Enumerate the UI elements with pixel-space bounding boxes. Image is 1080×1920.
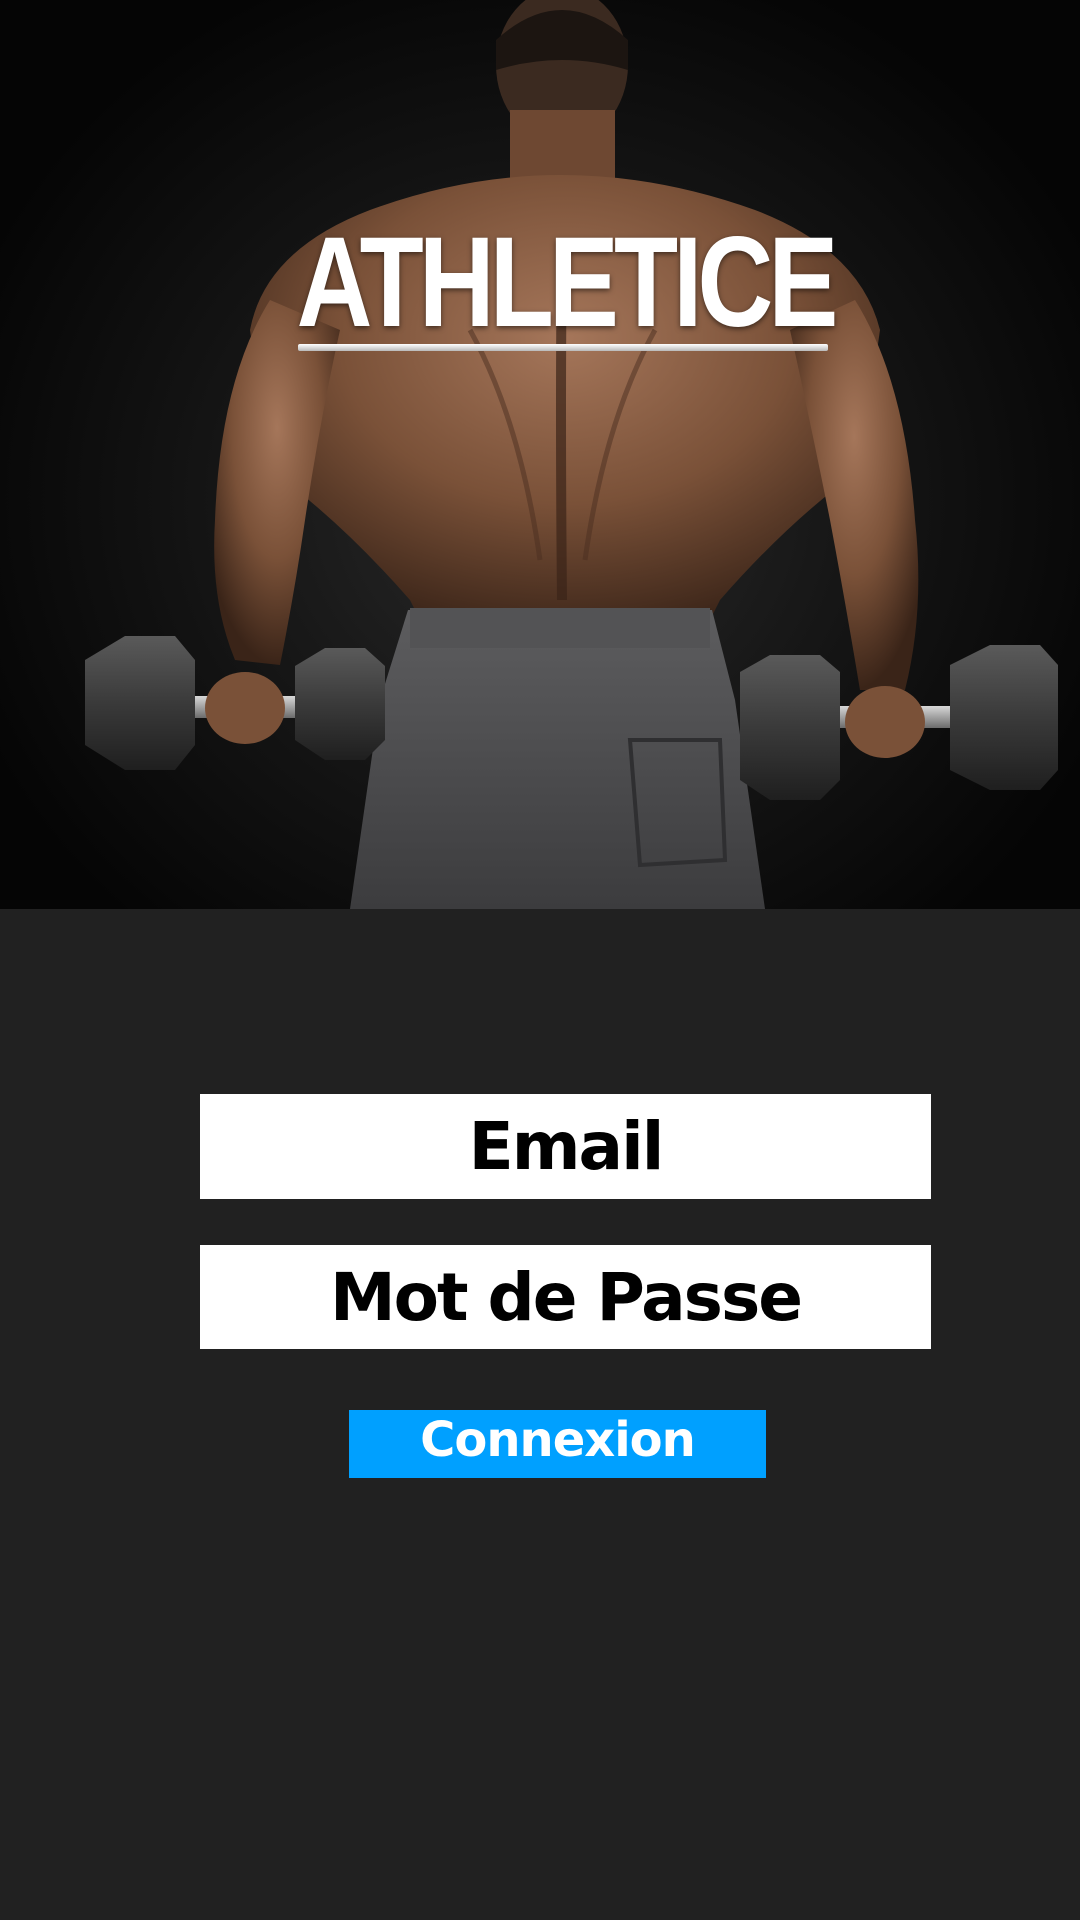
password-field[interactable]: Mot de Passe [200,1245,931,1349]
app-title: ATHLETICE [296,211,839,354]
login-button[interactable]: Connexion [349,1410,766,1478]
login-screen: ATHLETICE Email Mot de Passe Connexion [0,0,1080,1920]
athlete-image [85,0,1058,909]
hero-banner: ATHLETICE [0,0,1080,909]
email-field[interactable]: Email [200,1094,931,1199]
title-underline [298,344,828,351]
